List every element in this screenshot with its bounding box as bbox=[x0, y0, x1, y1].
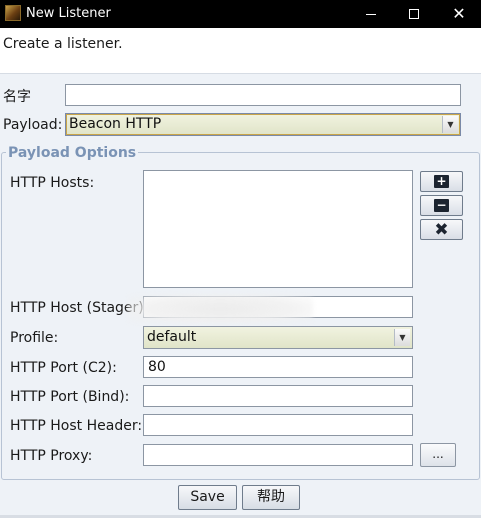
http-port-bind-label: HTTP Port (Bind): bbox=[10, 389, 130, 405]
name-label: 名字 bbox=[3, 89, 31, 105]
chevron-down-icon[interactable]: ▼ bbox=[394, 329, 410, 346]
clear-icon: ✖ bbox=[434, 220, 449, 240]
description-text: Create a listener. bbox=[3, 36, 123, 52]
clear-hosts-button[interactable]: ✖ bbox=[420, 219, 463, 240]
payload-label: Payload: bbox=[3, 117, 63, 133]
chevron-down-icon[interactable]: ▼ bbox=[442, 116, 458, 133]
remove-icon: − bbox=[434, 199, 449, 212]
title-bar: New Listener ✕ bbox=[0, 0, 481, 28]
http-proxy-label: HTTP Proxy: bbox=[10, 448, 93, 464]
profile-label: Profile: bbox=[10, 330, 59, 346]
save-button[interactable]: Save bbox=[178, 485, 237, 510]
close-button[interactable]: ✕ bbox=[436, 0, 481, 28]
profile-select[interactable]: default ▼ bbox=[143, 326, 413, 349]
http-host-header-label: HTTP Host Header: bbox=[10, 418, 143, 434]
description-panel: Create a listener. bbox=[0, 28, 481, 74]
http-port-c2-label: HTTP Port (C2): bbox=[10, 360, 117, 376]
remove-host-button[interactable]: − bbox=[420, 195, 463, 216]
window-title: New Listener bbox=[26, 6, 111, 21]
profile-select-value: default bbox=[147, 329, 197, 345]
http-port-c2-input[interactable]: 80 bbox=[143, 356, 413, 378]
name-input[interactable] bbox=[65, 84, 461, 106]
payload-select-value: Beacon HTTP bbox=[69, 116, 162, 132]
payload-options-title: Payload Options bbox=[6, 145, 139, 161]
maximize-button[interactable] bbox=[391, 0, 437, 28]
redacted-blur bbox=[128, 294, 313, 324]
http-proxy-input[interactable] bbox=[143, 444, 413, 466]
minimize-button[interactable] bbox=[348, 0, 394, 28]
cobalt-strike-icon bbox=[5, 5, 21, 21]
http-hosts-label: HTTP Hosts: bbox=[10, 175, 95, 191]
proxy-browse-button[interactable]: ... bbox=[420, 443, 456, 467]
minimize-icon bbox=[366, 13, 376, 15]
http-hosts-list[interactable] bbox=[143, 170, 413, 288]
add-host-button[interactable]: + bbox=[420, 171, 463, 192]
http-host-header-input[interactable] bbox=[143, 414, 413, 436]
http-port-bind-input[interactable] bbox=[143, 385, 413, 407]
help-button[interactable]: 帮助 bbox=[242, 485, 300, 510]
maximize-icon bbox=[409, 9, 419, 19]
payload-select[interactable]: Beacon HTTP ▼ bbox=[65, 113, 461, 136]
add-icon: + bbox=[434, 175, 449, 188]
close-icon: ✕ bbox=[452, 4, 466, 23]
